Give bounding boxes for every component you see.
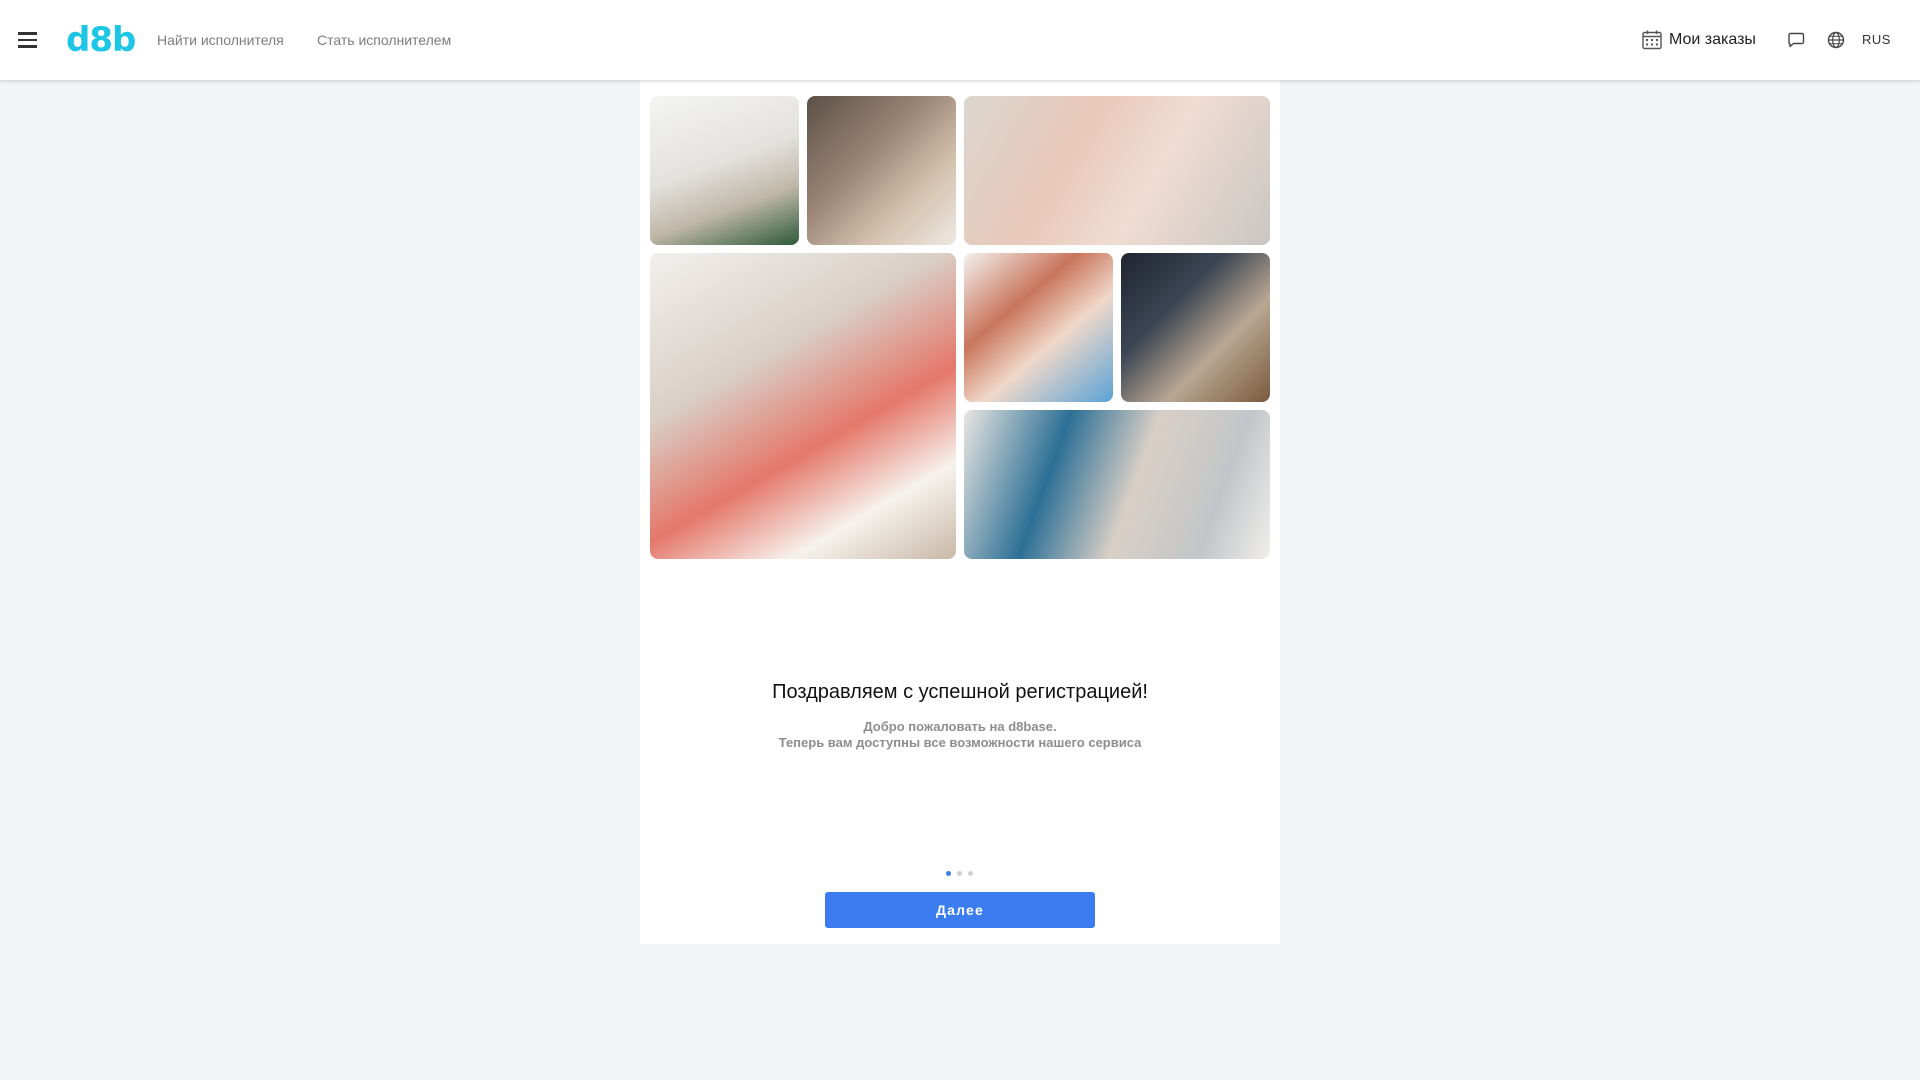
- pagination-dot-2[interactable]: [957, 871, 962, 876]
- doctor-patient-photo: [964, 410, 1270, 559]
- success-title: Поздравляем с успешной регистрацией!: [772, 681, 1148, 703]
- photographer-photo: [964, 253, 1113, 402]
- globe-icon[interactable]: [1826, 30, 1846, 50]
- pottery-class-photo: [807, 96, 956, 245]
- plumber-photo: [650, 96, 799, 245]
- top-header: d8b Найти исполнителя Стать исполнителем…: [0, 0, 1920, 80]
- my-orders-label: Мои заказы: [1669, 31, 1756, 48]
- pagination-dots: [946, 871, 973, 876]
- painter-and-model-photo: [650, 253, 956, 559]
- chat-bubble-icon[interactable]: [1786, 30, 1806, 50]
- pagination-dot-1[interactable]: [946, 871, 951, 876]
- d8b-logo[interactable]: d8b: [66, 18, 136, 62]
- language-selector[interactable]: RUS: [1862, 32, 1891, 47]
- welcome-subtitle-line-2: Теперь вам доступны все возможности наше…: [778, 735, 1142, 750]
- tutoring-photo: [964, 96, 1270, 245]
- hamburger-menu-icon[interactable]: [16, 28, 40, 52]
- onboarding-card: Поздравляем с успешной регистрацией! Доб…: [640, 80, 1280, 944]
- hairdresser-photo: [1121, 253, 1270, 402]
- my-orders-button[interactable]: Мои заказы: [1641, 28, 1756, 52]
- nav-become-performer[interactable]: Стать исполнителем: [317, 31, 451, 49]
- pagination-dot-3[interactable]: [968, 871, 973, 876]
- welcome-subtitle: Добро пожаловать на d8base. Теперь вам д…: [640, 719, 1280, 751]
- nav-find-performer[interactable]: Найти исполнителя: [157, 31, 284, 49]
- calendar-icon: [1642, 30, 1662, 50]
- welcome-subtitle-line-1: Добро пожаловать на d8base.: [863, 719, 1057, 734]
- next-button[interactable]: Далее: [825, 892, 1095, 928]
